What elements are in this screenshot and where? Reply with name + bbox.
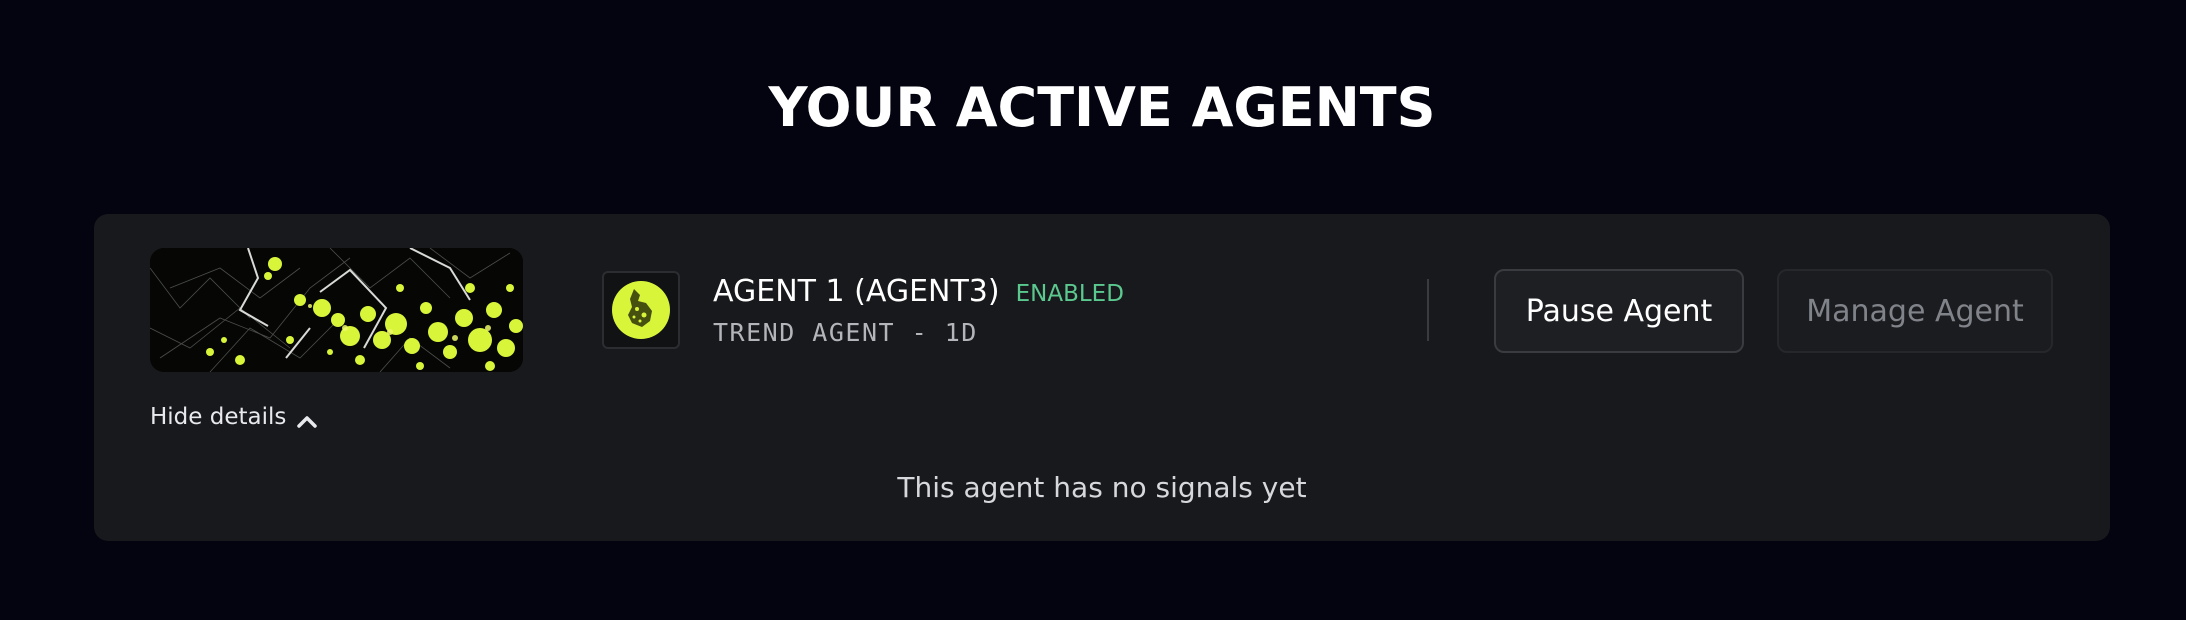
page-title: YOUR ACTIVE AGENTS xyxy=(768,76,1436,139)
hide-details-label: Hide details xyxy=(150,404,287,430)
hide-details-toggle[interactable]: Hide details xyxy=(150,404,318,430)
pause-agent-button[interactable]: Pause Agent xyxy=(1494,269,1744,353)
agent-avatar-icon xyxy=(602,271,680,349)
manage-agent-button[interactable]: Manage Agent xyxy=(1777,269,2053,353)
no-signals-message: This agent has no signals yet xyxy=(897,471,1307,504)
agent-card: AGENT 1 (AGENT3) ENABLED TREND AGENT - 1… xyxy=(94,214,2110,541)
agent-name: AGENT 1 (AGENT3) xyxy=(713,274,1000,309)
chevron-up-icon xyxy=(296,409,318,428)
agent-info: AGENT 1 (AGENT3) ENABLED TREND AGENT - 1… xyxy=(713,272,1124,350)
agent-banner-image xyxy=(150,248,523,372)
agent-type: TREND AGENT - 1D xyxy=(713,318,978,347)
agent-name-row: AGENT 1 (AGENT3) ENABLED xyxy=(713,272,1124,314)
status-badge: ENABLED xyxy=(1015,281,1124,307)
divider xyxy=(1427,279,1429,341)
